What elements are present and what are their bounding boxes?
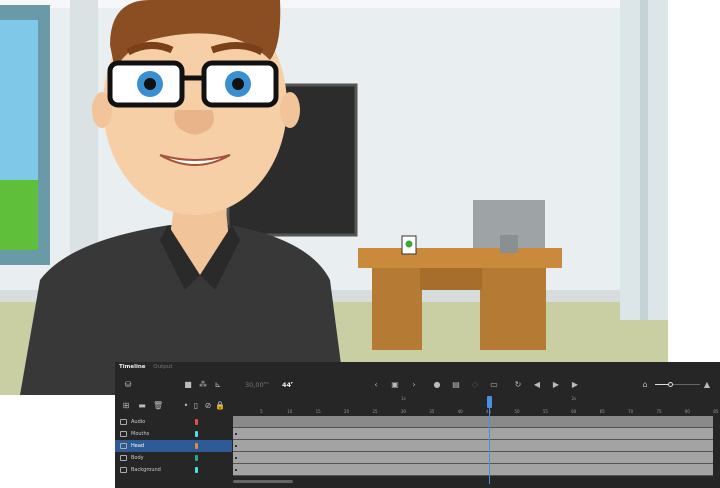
ruler-tick: 40: [457, 409, 463, 414]
layer-row-head[interactable]: Head: [115, 440, 232, 452]
ruler-tick: 35: [429, 409, 435, 414]
horizontal-scrollbar[interactable]: [233, 480, 293, 483]
layer-color-swatch[interactable]: [195, 455, 198, 461]
ruler-tick: 25: [372, 409, 378, 414]
ruler-tick: 10: [287, 409, 293, 414]
ruler-tick: 5: [260, 409, 263, 414]
timeline-panel: Timeline Output ⛁ ■ ⁂ ⊾ 30,00FPS 44F ‹ ▣…: [115, 362, 720, 488]
second-marker: 2s: [571, 396, 577, 401]
layer-name: Body: [131, 455, 144, 461]
ruler-tick: 60: [571, 409, 577, 414]
window: [0, 5, 50, 265]
layer-icon: [120, 467, 127, 473]
mug: [401, 235, 417, 255]
ruler-tick: 80: [684, 409, 690, 414]
ruler-tick: 65: [599, 409, 605, 414]
layer-icon: [120, 455, 127, 461]
computer-monitor: [473, 200, 545, 253]
layer-track[interactable]: [233, 428, 713, 440]
layer-name: Background: [131, 467, 161, 473]
ruler-tick: 30: [400, 409, 406, 414]
layer-track[interactable]: [233, 440, 713, 452]
layer-color-swatch[interactable]: [195, 467, 198, 473]
playhead[interactable]: [486, 396, 492, 484]
layer-name: Mouths: [131, 431, 150, 437]
keyframe[interactable]: [235, 445, 237, 447]
keyframe[interactable]: [235, 469, 237, 471]
ruler-tick: 75: [656, 409, 662, 414]
ruler-tick: 85: [713, 409, 719, 414]
layer-name: Audio: [131, 419, 146, 425]
layer-color-swatch[interactable]: [195, 431, 198, 437]
layer-icon: [120, 431, 127, 437]
layer-icon: [120, 419, 127, 425]
layer-track[interactable]: [233, 452, 713, 464]
layer-color-swatch[interactable]: [195, 443, 198, 449]
layer-row-background[interactable]: Background: [115, 464, 232, 476]
ruler-tick: 50: [514, 409, 520, 414]
keyframe[interactable]: [235, 433, 237, 435]
ruler-tick: 55: [542, 409, 548, 414]
frame-ruler[interactable]: 5101520253035404550556065707580851s2s: [115, 362, 720, 416]
keyframe[interactable]: [235, 457, 237, 459]
layer-icon: [120, 443, 127, 449]
ruler-tick: 70: [628, 409, 634, 414]
layer-name: Head: [131, 443, 145, 449]
layer-track[interactable]: [233, 464, 713, 476]
ruler-tick: 20: [344, 409, 350, 414]
second-marker: 1s: [401, 396, 406, 401]
ruler-tick: 15: [315, 409, 321, 414]
layer-row-audio[interactable]: Audio: [115, 416, 232, 428]
layer-track[interactable]: [233, 416, 713, 428]
animation-stage: [0, 0, 668, 395]
layer-row-body[interactable]: Body: [115, 452, 232, 464]
layer-row-mouths[interactable]: Mouths: [115, 428, 232, 440]
layer-color-swatch[interactable]: [195, 419, 198, 425]
playhead-handle[interactable]: [486, 396, 492, 408]
